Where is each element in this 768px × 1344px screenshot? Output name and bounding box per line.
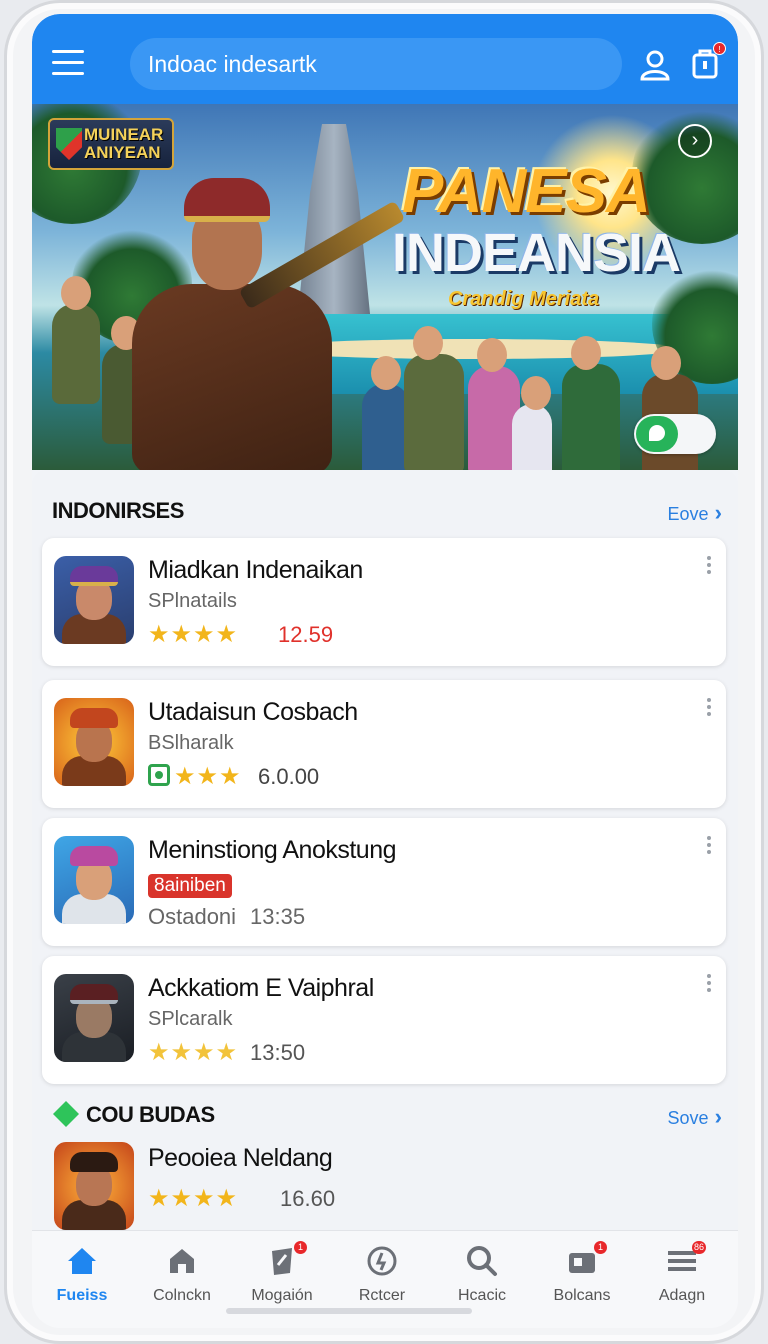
game-title: Peooiea Neldang <box>148 1144 333 1172</box>
hero-banner[interactable]: MUINEAR ANIYEAN PANESA INDEANSIA Crandig… <box>32 104 738 470</box>
verified-icon <box>148 764 170 786</box>
game-thumbnail <box>54 974 134 1062</box>
hamburger-menu-button[interactable] <box>52 50 86 76</box>
game-card[interactable]: Utadaisun Cosbach BSlharalk ★★★ 6.0.00 <box>42 680 726 808</box>
home-icon <box>68 1248 96 1274</box>
nav-label: Hcacic <box>457 1287 506 1304</box>
notifications-button[interactable]: ! <box>690 42 726 82</box>
star-rating: ★★★ <box>148 762 242 791</box>
star-rating-icon: ★★★★ <box>148 1039 239 1066</box>
notification-badge: ! <box>713 42 726 55</box>
section-title: COU BUDAS <box>86 1102 215 1127</box>
game-card[interactable]: Ackkatiom E Vaiphral SPlcaralk ★★★★ 13:5… <box>42 956 726 1084</box>
game-title: Miadkan Indenaikan <box>148 556 363 584</box>
chevron-right-icon: › <box>691 129 699 151</box>
section-title: INDONIRSES <box>52 498 184 523</box>
see-more-link[interactable]: Sove <box>668 1104 722 1130</box>
chat-bubble-icon <box>636 416 678 452</box>
section-header: COU BUDAS Sove <box>52 1094 722 1134</box>
nav-badge: 86 <box>692 1241 707 1254</box>
game-rating: 12.59 <box>278 622 334 647</box>
nav-label: Fueiss <box>56 1287 108 1304</box>
more-options-button[interactable] <box>702 834 716 858</box>
more-options-button[interactable] <box>702 696 716 720</box>
game-title: Meninstiong Anokstung <box>148 836 397 864</box>
nav-item-store[interactable]: Colnckn <box>132 1231 232 1328</box>
game-tag-badge: 8ainiben <box>148 874 232 898</box>
home-indicator <box>226 1308 472 1314</box>
game-card[interactable]: Miadkan Indenaikan SPlnatails ★★★★ 12.59 <box>42 538 726 666</box>
banner-next-button[interactable]: › <box>678 124 712 158</box>
banner-character <box>362 356 410 470</box>
shield-icon <box>56 128 82 160</box>
nav-label: Mogaión <box>251 1287 313 1304</box>
nav-badge: 1 <box>294 1241 307 1254</box>
game-thumbnail <box>54 556 134 644</box>
banner-game-logo: MUINEAR ANIYEAN <box>48 118 174 170</box>
banner-character <box>562 336 620 470</box>
game-subtitle: BSlharalk <box>148 732 234 754</box>
search-input[interactable]: Indoac indesartk <box>130 38 622 90</box>
nav-item-menu[interactable]: 86 Adagn <box>632 1231 732 1328</box>
clock-icon <box>367 1246 397 1276</box>
game-thumbnail <box>54 1142 134 1230</box>
nav-badge: 1 <box>594 1241 607 1254</box>
nav-item-home[interactable]: Fueiss <box>32 1231 132 1328</box>
nav-label: Colnckn <box>153 1287 211 1304</box>
game-subtitle: Ostadoni <box>148 904 237 929</box>
account-button[interactable] <box>638 48 672 82</box>
game-title: Utadaisun Cosbach <box>148 698 358 726</box>
game-rating: 16.60 <box>280 1186 336 1211</box>
banner-title-line2: INDEANSIA <box>392 223 681 283</box>
diamond-icon <box>53 1101 79 1127</box>
content-area: INDONIRSES Eove Miadkan Indenaikan SPlna… <box>32 470 738 1230</box>
game-rating: 13:50 <box>250 1040 306 1065</box>
star-rating-icon: ★★★★ <box>148 621 239 648</box>
nav-label: Rctcer <box>358 1287 406 1304</box>
game-subtitle: SPlnatails <box>148 590 237 612</box>
more-options-button[interactable] <box>702 554 716 578</box>
flag-icon <box>272 1248 292 1275</box>
game-rating: 6.0.00 <box>258 764 320 789</box>
more-options-button[interactable] <box>702 972 716 996</box>
star-rating-icon: ★★★★ <box>148 1185 239 1212</box>
nav-label: Bolcans <box>553 1287 611 1304</box>
see-more-link[interactable]: Eove <box>668 500 722 526</box>
store-icon <box>170 1249 194 1273</box>
user-icon <box>640 50 670 81</box>
top-app-bar: Indoac indesartk ! <box>32 14 738 104</box>
nav-label: Adagn <box>658 1287 706 1304</box>
search-icon <box>467 1246 497 1276</box>
game-card[interactable]: Meninstiong Anokstung 8ainiben Ostadoni … <box>42 818 726 946</box>
camera-icon <box>569 1253 595 1273</box>
section-header: INDONIRSES Eove <box>52 490 722 530</box>
app-screen: Indoac indesartk ! MUINEAR ANIYEAN PANES… <box>32 14 738 1328</box>
banner-subtitle: Crandig Meriata <box>448 288 600 310</box>
banner-hero-character <box>92 164 406 470</box>
game-thumbnail <box>54 836 134 924</box>
nav-item-bolcans[interactable]: 1 Bolcans <box>532 1231 632 1328</box>
game-title: Ackkatiom E Vaiphral <box>148 974 374 1002</box>
game-time: 13:35 <box>250 904 306 929</box>
banner-character <box>512 376 552 470</box>
banner-character <box>404 326 464 470</box>
game-thumbnail <box>54 698 134 786</box>
game-subtitle: SPlcaralk <box>148 1008 233 1030</box>
banner-title-line1: PANESA <box>402 157 651 226</box>
banner-toggle[interactable] <box>634 414 716 454</box>
